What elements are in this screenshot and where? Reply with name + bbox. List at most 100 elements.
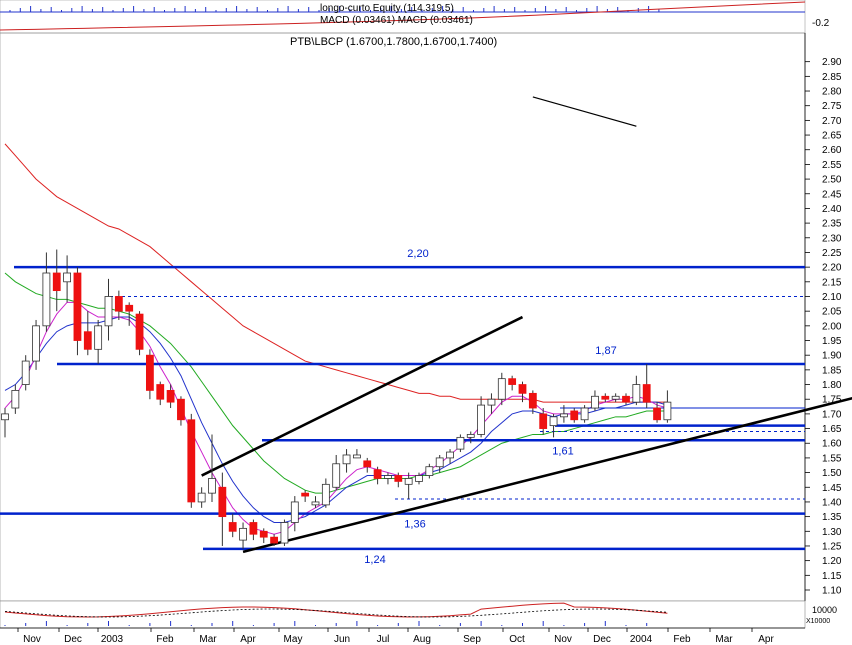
time-tick-label: Sep [463, 634, 481, 645]
candle-up [11, 390, 20, 409]
chart-window: longo-curto Equity (114.319.5) MACD (0.0… [0, 0, 852, 645]
macd-label: MACD (0.03461) MACD (0.03461) [320, 15, 473, 26]
price-axis: 1.10 1.15 1.20 1.25 1.30 1.35 1.40 1.45 1.50 1.55… [804, 33, 842, 601]
upper-trend-line [532, 96, 637, 127]
candle-up [32, 325, 40, 362]
level-label: 2,20 [407, 248, 428, 260]
candle-up [290, 501, 299, 523]
time-tick-label: Dec [593, 634, 611, 645]
candle-up [663, 401, 672, 421]
price-tick-label: 1.50 [822, 468, 842, 479]
price-tick-label: 1.35 [822, 512, 842, 523]
price-tick-label: 2.10 [822, 292, 842, 303]
candle-up [384, 475, 392, 479]
candle-up [208, 478, 216, 494]
price-tick-label: 2.15 [822, 277, 842, 288]
candle-up [591, 395, 599, 409]
price-tick-label: 1.25 [822, 541, 842, 552]
price-tick-label: 2.60 [822, 145, 842, 156]
equity-label: longo-curto Equity (114.319.5) [320, 3, 454, 14]
price-tick-label: 2.05 [822, 307, 842, 318]
candle-down [177, 398, 185, 421]
time-tick-label: Aug [413, 634, 431, 645]
level-label: 1,24 [364, 554, 385, 566]
price-tick-label: 2.25 [822, 248, 842, 259]
candle-up [632, 384, 641, 403]
candle-up [580, 407, 589, 421]
time-tick-label: Oct [509, 634, 525, 645]
candle-down [508, 378, 517, 385]
time-tick-label: Feb [673, 634, 691, 645]
candle-down [622, 395, 630, 403]
candle-down [539, 413, 548, 429]
price-tick-label: 1.90 [822, 351, 842, 362]
support-resistance-levels: 2,20 1,87 1,61 1,36 1,24 [0, 248, 805, 566]
candle-up [456, 436, 465, 450]
time-tick-label: Apr [240, 634, 256, 645]
time-tick-label: Mar [715, 634, 733, 645]
level-label: 1,87 [595, 345, 616, 357]
price-tick-label: 2.85 [822, 72, 842, 83]
price-tick-label: 2.40 [822, 204, 842, 215]
candle-down [52, 272, 61, 292]
candle-up [415, 475, 423, 482]
price-tick-label: 1.60 [822, 439, 842, 450]
time-tick-label: 2003 [101, 634, 124, 645]
candle-down [570, 410, 579, 421]
time-tick-label: 2004 [630, 634, 653, 645]
candle-down [518, 384, 527, 394]
candle-up [487, 398, 496, 406]
level-label: 1,61 [552, 445, 573, 457]
price-tick-label: 1.30 [822, 527, 842, 538]
oscillator-axis-sub: X10000 [806, 618, 830, 625]
candle-up [477, 404, 486, 435]
time-tick-label: Jun [334, 634, 350, 645]
time-tick-label: Jul [377, 634, 390, 645]
price-tick-label: 1.15 [822, 571, 842, 582]
candle-down [528, 392, 537, 409]
candle-down [135, 313, 144, 350]
candle-up [404, 478, 413, 485]
candle-up [197, 492, 206, 503]
candle-down [363, 460, 372, 468]
candle-down [166, 390, 175, 403]
price-tick-label: 1.80 [822, 380, 842, 391]
channel-line [242, 396, 852, 554]
level-label: 1,36 [404, 519, 425, 531]
candle-down [145, 354, 154, 391]
candle-down [125, 304, 134, 312]
candle-up [42, 272, 51, 327]
candle-down [218, 486, 227, 518]
candle-down [114, 296, 123, 312]
candle-down [228, 522, 237, 532]
price-tick-label: 2.80 [822, 87, 842, 98]
candle-up [446, 451, 454, 459]
price-tick-label: 2.00 [822, 321, 842, 332]
time-tick-label: Apr [758, 634, 774, 645]
candle-down [653, 407, 661, 421]
price-tick-label: 2.65 [822, 131, 842, 142]
candle-down [73, 272, 82, 341]
candle-up [1, 413, 9, 421]
price-tick-label: 1.10 [822, 586, 842, 597]
candle-down [270, 536, 279, 544]
candle-down [187, 419, 196, 503]
candle-up [352, 454, 361, 459]
price-tick-label: 1.55 [822, 453, 842, 464]
price-tick-label: 2.35 [822, 219, 842, 230]
price-tick-label: 2.45 [822, 189, 842, 200]
time-axis: Nov Dec 2003 Feb Mar Apr May Jun Jul Aug Sep Oct Nov… [0, 627, 805, 645]
price-tick-label: 2.90 [822, 57, 842, 68]
candle-up [239, 527, 247, 541]
candle-up [94, 325, 103, 350]
time-tick-label: Nov [554, 634, 572, 645]
candle-down [394, 475, 403, 482]
candle-down [259, 530, 268, 538]
price-tick-label: 1.85 [822, 365, 842, 376]
candle-down [83, 331, 92, 350]
candle-up [466, 434, 475, 438]
time-tick-label: Dec [64, 634, 82, 645]
candle-up [311, 501, 320, 506]
candle-down [156, 384, 165, 400]
candle-up [104, 296, 113, 327]
